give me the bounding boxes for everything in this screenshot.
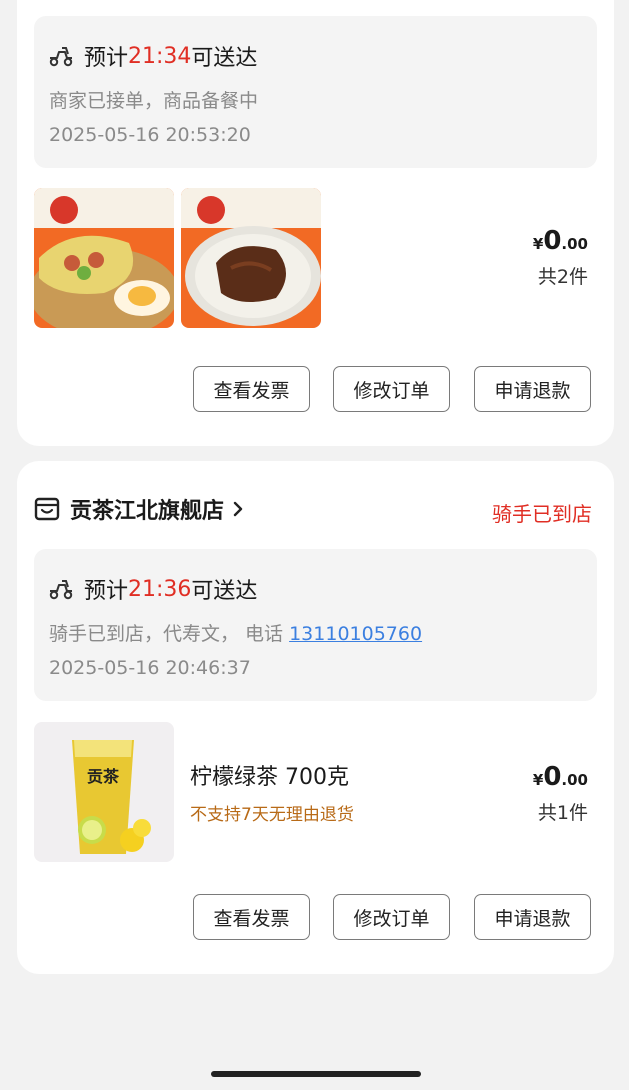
modify-order-button[interactable]: 修改订单 — [333, 366, 450, 412]
shop-name[interactable]: 贡茶江北旗舰店 — [70, 493, 224, 525]
rider-phone-link[interactable]: 13110105760 — [289, 623, 422, 645]
home-indicator[interactable] — [211, 1071, 421, 1077]
shop-icon — [34, 497, 60, 521]
order-timestamp: 2025-05-16 20:46:37 — [49, 657, 251, 679]
rider-status-badge: 骑手已到店 — [492, 502, 592, 526]
order-price: ¥0.00 — [533, 762, 588, 792]
product-thumbnail-wrap[interactable]: 贡茶 — [34, 722, 174, 862]
order-price: ¥0.00 — [533, 226, 588, 256]
drink-image: 贡茶 — [34, 722, 174, 862]
currency-symbol: ¥ — [532, 235, 544, 253]
food-image — [181, 188, 321, 328]
order-card-1[interactable]: 预计 21:34 可送达 商家已接单，商品备餐中 2025-05-16 20:53:… — [17, 0, 614, 446]
eta-time: 21:34 — [128, 43, 192, 69]
eta-time: 21:36 — [128, 576, 192, 602]
food-image — [34, 188, 174, 328]
scooter-icon — [49, 580, 73, 600]
view-invoice-button[interactable]: 查看发票 — [193, 894, 310, 940]
product-name[interactable]: 柠檬绿茶 700克 — [190, 759, 349, 791]
order-timestamp: 2025-05-16 20:53:20 — [49, 124, 251, 146]
price-block: ¥0.00 共2件 — [533, 226, 588, 289]
request-refund-button[interactable]: 申请退款 — [474, 366, 591, 412]
price-decimal: .00 — [561, 771, 588, 789]
price-integer: 0 — [543, 762, 562, 792]
chevron-right-icon — [233, 501, 243, 517]
request-refund-button[interactable]: 申请退款 — [474, 894, 591, 940]
rider-info-text: 骑手已到店，代寿文， 电话 — [49, 623, 290, 645]
return-policy-note: 不支持7天无理由退货 — [190, 805, 354, 825]
shop-header[interactable]: 贡茶江北旗舰店 — [34, 493, 244, 525]
scooter-icon — [49, 47, 73, 67]
modify-order-button[interactable]: 修改订单 — [333, 894, 450, 940]
price-block: ¥0.00 共1件 — [533, 762, 588, 825]
order-status-text: 骑手已到店，代寿文， 电话 13110105760 — [49, 619, 422, 646]
product-thumbnail-wrap[interactable] — [34, 188, 174, 328]
view-invoice-button[interactable]: 查看发票 — [193, 366, 310, 412]
eta-prefix: 预计 — [84, 579, 129, 604]
currency-symbol: ¥ — [532, 771, 544, 789]
item-count: 共1件 — [537, 802, 588, 824]
item-count: 共2件 — [537, 266, 588, 288]
eta-suffix: 可送达 — [191, 579, 258, 604]
eta-line: 预计 21:36 可送达 — [48, 573, 257, 605]
order-status-text: 商家已接单，商品备餐中 — [49, 90, 259, 112]
order-card-2[interactable]: 贡茶江北旗舰店 骑手已到店 预计 21:36 可送达 骑手已到店，代寿文， 电话 1… — [17, 461, 614, 974]
product-logo-text: 贡茶 — [87, 767, 120, 786]
eta-prefix: 预计 — [84, 46, 129, 71]
eta-suffix: 可送达 — [191, 46, 258, 71]
price-integer: 0 — [543, 226, 562, 256]
product-thumbnail-wrap[interactable] — [181, 188, 321, 328]
delivery-status-box: 预计 21:36 可送达 骑手已到店，代寿文， 电话 13110105760 202… — [34, 549, 597, 701]
eta-line: 预计 21:34 可送达 — [48, 40, 257, 72]
price-decimal: .00 — [561, 235, 588, 253]
delivery-status-box: 预计 21:34 可送达 商家已接单，商品备餐中 2025-05-16 20:53:… — [34, 16, 597, 168]
